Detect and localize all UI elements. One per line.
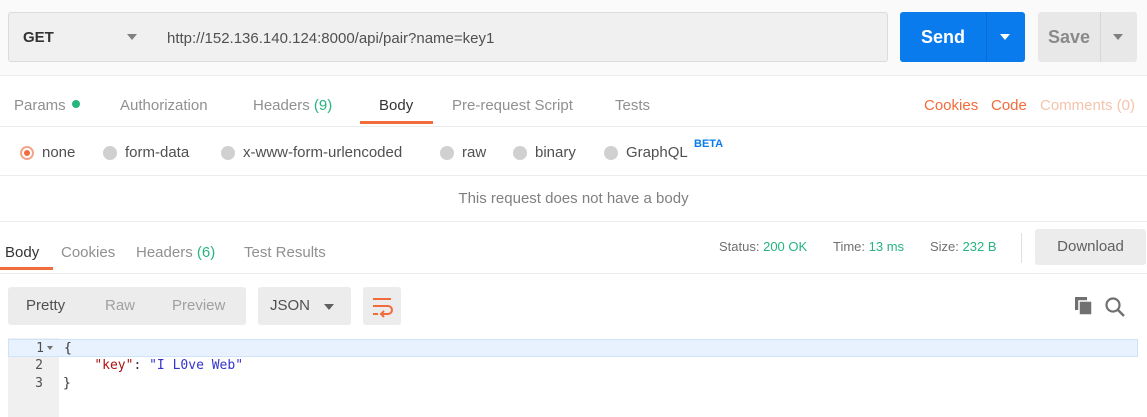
radio-icon: [604, 146, 618, 160]
time-readout: Time: 13 ms: [833, 239, 904, 254]
radio-urlencoded-label: x-www-form-urlencoded: [243, 144, 403, 161]
cookies-link[interactable]: Cookies: [924, 97, 978, 114]
size-label: Size:: [930, 239, 959, 254]
code-text: "key": "I L0ve Web": [63, 357, 243, 375]
response-tab-headers-label: Headers: [136, 244, 193, 261]
line-number: 2: [35, 358, 43, 373]
time-value[interactable]: 13 ms: [869, 239, 904, 254]
json-colon: :: [133, 358, 150, 373]
json-key: "key": [94, 358, 134, 373]
response-headers-count: (6): [196, 244, 216, 261]
body-type-options: none form-data x-www-form-urlencoded raw…: [0, 127, 1147, 176]
method-label: GET: [23, 29, 54, 46]
radio-raw-label: raw: [462, 144, 487, 161]
radio-icon: [513, 146, 527, 160]
format-label: JSON: [270, 297, 311, 314]
status-value[interactable]: 200 OK: [763, 239, 807, 254]
raw-button[interactable]: Raw: [105, 297, 135, 314]
send-divider: [986, 12, 987, 62]
response-tab-test-results[interactable]: Test Results: [244, 244, 326, 261]
method-select[interactable]: GET: [8, 12, 154, 62]
tab-headers-label: Headers: [253, 97, 310, 114]
tab-headers-count: (9): [313, 97, 333, 114]
copy-icon[interactable]: [1074, 296, 1094, 316]
response-tab-headers[interactable]: Headers (6): [136, 244, 215, 261]
tab-headers[interactable]: Headers (9): [253, 97, 332, 114]
line-number: 3: [35, 376, 43, 391]
code-text: {: [64, 341, 72, 356]
tab-body[interactable]: Body: [379, 97, 413, 114]
no-body-message: This request does not have a body: [0, 176, 1147, 222]
send-button[interactable]: Send: [900, 12, 1025, 62]
view-mode-group: Pretty Raw Preview: [8, 287, 246, 325]
radio-form-data-label: form-data: [125, 144, 190, 161]
response-active-tab-underline: [0, 267, 53, 270]
line-number: 1: [36, 341, 44, 356]
tab-params[interactable]: Params: [14, 97, 80, 114]
save-label: Save: [1047, 27, 1091, 47]
chevron-down-icon: [324, 304, 334, 310]
response-body-editor[interactable]: 1 { 2 "key": "I L0ve Web" 3 }: [8, 338, 1138, 417]
response-bar: Body Cookies Headers (6) Test Results St…: [0, 222, 1147, 274]
radio-selected-icon: [20, 146, 34, 160]
request-tabs: Params Authorization Headers (9) Body Pr…: [0, 76, 1147, 127]
radio-binary-label: binary: [535, 144, 576, 161]
code-line-2: 2 "key": "I L0ve Web": [8, 357, 1138, 375]
radio-none-label: none: [42, 144, 76, 161]
code-line-1: 1 {: [8, 339, 1138, 357]
divider: [1021, 233, 1022, 263]
comments-link[interactable]: Comments (0): [1040, 97, 1135, 114]
download-button[interactable]: Download: [1035, 229, 1146, 265]
radio-icon: [103, 146, 117, 160]
code-text: }: [63, 376, 71, 391]
tab-params-label: Params: [14, 97, 66, 114]
pretty-button[interactable]: Pretty: [26, 297, 65, 314]
code-link[interactable]: Code: [991, 97, 1027, 114]
chevron-down-icon: [127, 34, 137, 40]
status-readout: Status: 200 OK: [719, 239, 807, 254]
tab-prerequest-script[interactable]: Pre-request Script: [452, 97, 573, 114]
send-options-chevron-down-icon[interactable]: [1000, 34, 1010, 40]
beta-badge: BETA: [694, 138, 724, 150]
response-toolbar: Pretty Raw Preview JSON: [0, 274, 1147, 338]
format-select[interactable]: JSON: [258, 287, 351, 325]
save-options-chevron-down-icon[interactable]: [1113, 34, 1123, 40]
radio-graphql-label: GraphQL: [626, 144, 688, 161]
preview-button[interactable]: Preview: [172, 297, 225, 314]
send-label: Send: [920, 27, 965, 47]
json-value: "I L0ve Web": [149, 358, 244, 373]
size-value[interactable]: 232 B: [963, 239, 997, 254]
params-indicator-dot: [71, 100, 80, 108]
url-field-wrapper: [153, 12, 888, 62]
wrap-lines-button[interactable]: [363, 287, 401, 325]
active-tab-underline: [360, 121, 433, 124]
tab-authorization[interactable]: Authorization: [120, 97, 208, 114]
radio-icon: [440, 146, 454, 160]
request-bar: GET Send Save: [0, 0, 1147, 76]
tab-tests[interactable]: Tests: [615, 97, 650, 114]
size-readout: Size: 232 B: [930, 239, 997, 254]
code-line-3: 3 }: [8, 375, 1138, 393]
url-input[interactable]: [167, 27, 867, 49]
search-icon[interactable]: [1104, 296, 1126, 318]
response-tab-cookies[interactable]: Cookies: [61, 244, 115, 261]
radio-icon: [221, 146, 235, 160]
time-label: Time:: [833, 239, 866, 254]
fold-chevron-down-icon[interactable]: [47, 346, 53, 350]
save-button[interactable]: Save: [1038, 12, 1137, 62]
response-tab-body[interactable]: Body: [5, 244, 39, 261]
save-divider: [1100, 12, 1101, 62]
status-label: Status:: [719, 239, 760, 254]
wrap-lines-icon: [373, 298, 393, 318]
